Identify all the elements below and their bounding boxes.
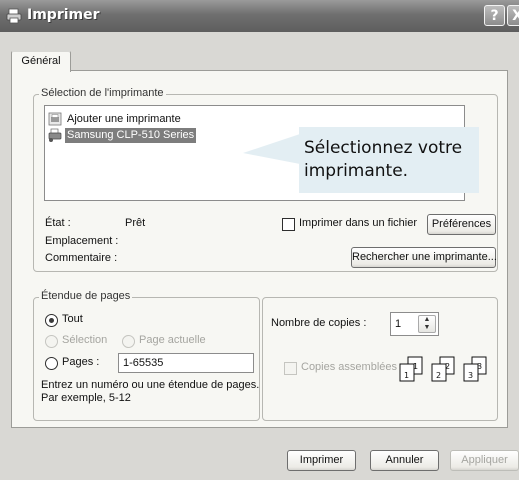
help-button[interactable]: ?: [484, 5, 505, 26]
page-range-title: Étendue de pages: [39, 290, 133, 302]
print-to-file-label[interactable]: Imprimer dans un fichier: [299, 217, 417, 229]
find-printer-button[interactable]: Rechercher une imprimante...: [351, 247, 497, 268]
status-value: Prêt: [125, 217, 146, 229]
comment-label: Commentaire :: [45, 252, 118, 264]
collate-page-digit: 1: [413, 362, 418, 371]
collate-page-digit: 2: [445, 362, 450, 371]
printer-icon: [6, 8, 22, 24]
print-dialog: Imprimer ? X Général Sélection de l'impr…: [0, 0, 519, 480]
selection-label[interactable]: Sélection: [62, 334, 107, 346]
radio-dot: [49, 318, 54, 323]
pages-label[interactable]: Pages :: [62, 356, 99, 368]
pages-input[interactable]: 1-65535: [118, 353, 254, 373]
print-to-file-checkbox[interactable]: [282, 218, 295, 231]
collate-label[interactable]: Copies assemblées: [301, 361, 397, 373]
collate-page-digit: 2: [436, 371, 441, 380]
cancel-button[interactable]: Annuler: [370, 450, 439, 471]
current-page-radio[interactable]: [122, 335, 135, 348]
spin-down-icon: ▼: [423, 324, 431, 331]
callout-line-1: Sélectionnez votre: [304, 138, 463, 158]
title-bar[interactable]: Imprimer ? X: [0, 0, 519, 32]
all-pages-label[interactable]: Tout: [62, 313, 83, 325]
copies-spinner[interactable]: ▲ ▼: [418, 315, 436, 333]
collate-illustration-icon: 1 1 2 2 3 3: [399, 356, 487, 382]
instruction-callout-text: Sélectionnez votre imprimante.: [304, 137, 480, 183]
copies-count-label: Nombre de copies :: [271, 317, 367, 329]
preferences-button[interactable]: Préférences: [427, 214, 496, 235]
add-printer-icon: [48, 112, 62, 126]
collate-page-digit: 3: [468, 371, 473, 380]
print-button[interactable]: Imprimer: [287, 450, 356, 471]
spin-up-icon: ▲: [423, 316, 431, 323]
collate-page-digit: 1: [404, 371, 409, 380]
current-page-label[interactable]: Page actuelle: [139, 334, 206, 346]
window-title: Imprimer: [27, 7, 100, 23]
status-label: État :: [45, 217, 71, 229]
callout-pointer: [243, 134, 300, 164]
page-range-hint-line-2: Par exemple, 5-12: [41, 392, 131, 404]
selection-radio[interactable]: [45, 335, 58, 348]
close-button[interactable]: X: [507, 5, 519, 26]
apply-button[interactable]: Appliquer: [450, 450, 519, 471]
tab-general[interactable]: Général: [11, 50, 71, 72]
pages-radio[interactable]: [45, 357, 58, 370]
collate-checkbox[interactable]: [284, 362, 297, 375]
all-pages-radio[interactable]: [45, 314, 58, 327]
callout-line-2: imprimante.: [304, 161, 409, 181]
page-range-hint-line-1: Entrez un numéro ou une étendue de pages…: [41, 379, 260, 391]
location-label: Emplacement :: [45, 235, 119, 247]
list-item-label: Ajouter une imprimante: [67, 113, 181, 125]
printer-icon: [48, 128, 62, 142]
printer-selection-title: Sélection de l'imprimante: [39, 87, 166, 99]
list-item-label: Samsung CLP-510 Series: [65, 128, 197, 143]
collate-page-digit: 3: [477, 362, 482, 371]
